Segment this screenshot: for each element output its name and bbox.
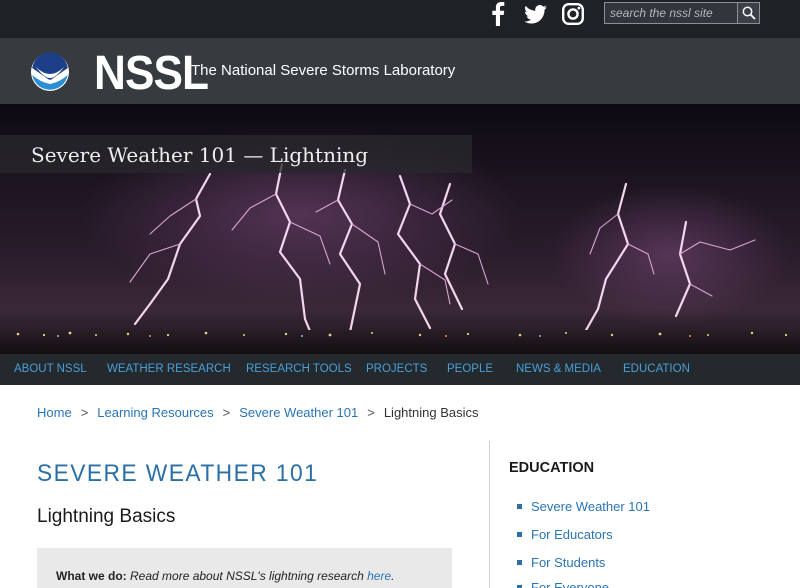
breadcrumb-severe-weather-101[interactable]: Severe Weather 101 [239,405,358,420]
noaa-logo-icon[interactable] [30,52,70,92]
sidebar-heading: EDUCATION [509,460,595,476]
breadcrumb-learning-resources[interactable]: Learning Resources [97,405,213,420]
sidebar-item-label: For Students [531,554,606,570]
hero-title-box: Severe Weather 101 — Lightning [0,135,472,173]
facebook-icon[interactable] [488,2,508,26]
instagram-icon[interactable] [561,2,585,26]
page-title: Lightning Basics [37,506,176,527]
sidebar-item-label: For Educators [531,526,613,542]
search-form [604,2,760,24]
sidebar-item-for-everyone[interactable]: For Everyone [517,578,609,588]
breadcrumb-separator: > [80,405,89,420]
sidebar-item-for-educators[interactable]: For Educators [517,525,613,543]
hero-title: Severe Weather 101 — Lightning [31,143,369,167]
site-header: NSSL The National Severe Storms Laborato… [0,38,800,104]
breadcrumb-current: Lightning Basics [383,405,479,420]
research-note: What we do: Read more about NSSL's light… [56,569,394,583]
search-button[interactable] [738,2,760,24]
breadcrumb-separator: > [222,405,231,420]
sidebar-divider [489,441,490,588]
sidebar-item-for-students[interactable]: For Students [517,553,605,571]
sidebar-item-label: For Everyone [531,579,610,588]
bullet-icon [517,584,522,588]
section-title: SEVERE WEATHER 101 [37,460,319,487]
search-icon [742,6,756,20]
nav-people[interactable]: PEOPLE [447,363,493,375]
bullet-icon [517,559,522,565]
research-note-box: What we do: Read more about NSSL's light… [37,548,452,588]
nav-research-tools[interactable]: RESEARCH TOOLS [246,363,352,375]
note-end: . [391,569,395,583]
bullet-icon [517,531,522,537]
sidebar-item-severe-weather-101[interactable]: Severe Weather 101 [517,497,650,515]
twitter-icon[interactable] [523,2,547,26]
note-text: Read more about NSSL's lightning researc… [126,569,368,583]
breadcrumb: Home > Learning Resources > Severe Weather 1… [37,405,479,420]
note-label: What we do: [56,569,127,583]
main-nav: ABOUT NSSL WEATHER RESEARCH RESEARCH TOO… [0,354,800,385]
nav-education[interactable]: EDUCATION [623,363,690,375]
search-input[interactable] [604,2,738,24]
breadcrumb-separator: > [367,405,375,420]
bullet-icon [517,503,522,509]
site-subtitle: The National Severe Storms Laboratory [191,62,456,79]
nav-projects[interactable]: PROJECTS [366,363,427,375]
nav-weather-research[interactable]: WEATHER RESEARCH [107,363,231,375]
hero-banner: Severe Weather 101 — Lightning [0,104,800,354]
note-link-here[interactable]: here [367,569,391,583]
nav-news-media[interactable]: NEWS & MEDIA [516,363,601,375]
nav-about-nssl[interactable]: ABOUT NSSL [14,363,87,375]
top-bar [0,0,800,38]
sidebar-item-label: Severe Weather 101 [531,498,650,514]
breadcrumb-home[interactable]: Home [37,405,72,420]
